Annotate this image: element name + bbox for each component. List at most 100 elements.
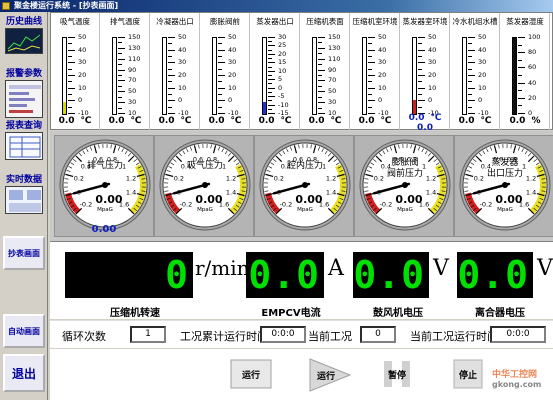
thermometer-tick-label: 10	[178, 83, 187, 92]
thermometer-minor-tick	[68, 68, 72, 70]
gauge-tick-label: 1.4	[126, 188, 136, 196]
exit-button[interactable]: 退出	[3, 354, 45, 392]
watermark-text: 中华工控网	[492, 370, 538, 380]
thermometer-scale: 50 40 30 20 10 0 -10	[218, 33, 248, 117]
thermometer-tick-label: 0	[378, 96, 383, 105]
current-run-time-field: 0:0:0	[490, 326, 546, 343]
realtime-thumbnail-icon	[5, 186, 43, 214]
thermometer-value: 0.0	[208, 116, 225, 126]
thermometer-scale: 50 40 30 20 10 0 -10	[168, 34, 198, 117]
blower-voltage-display: 0.0	[353, 252, 429, 298]
gauge-tick-label: -0.2	[380, 201, 393, 209]
thermometer-tick-label: 50	[228, 33, 237, 41]
thermometer-tick-label: 50	[378, 33, 387, 41]
thermometer-minor-tick	[368, 68, 372, 70]
pressure-gauge-0: -0.200.20.40.60.811.21.41.6排气压力0.00MpaG0…	[54, 135, 154, 237]
auto-screen-button[interactable]: 自动画面	[3, 314, 45, 348]
thermometer-minor-tick	[418, 106, 422, 108]
thermometer-minor-tick	[318, 64, 322, 66]
thermometer-value: 0.0	[458, 116, 475, 126]
title-bar: 聚金楼运行系统 - [抄表画面]	[0, 0, 553, 12]
compressor-speed-value: 0	[165, 253, 189, 297]
sidebar-item-realtime-data[interactable]: 实时数据	[2, 172, 46, 214]
thermometer-reading: 0.0%	[501, 116, 549, 126]
thermometer-minor-tick	[418, 68, 422, 70]
thermometer-minor-tick	[118, 75, 122, 76]
thermometer-minor-tick	[318, 107, 322, 109]
gauge-tick-label: 1.2	[126, 175, 136, 183]
thermometer-minor-tick	[168, 94, 172, 95]
thermometer-minor-tick	[268, 75, 272, 76]
gauge-tick-label: 1.4	[326, 188, 336, 196]
thermometer-reading: 0.0 ℃	[351, 116, 399, 126]
thermometer-tube	[212, 37, 217, 115]
thermometer-tick-label: 15	[278, 58, 287, 67]
thermometer-tick	[518, 37, 525, 38]
start-button[interactable]: 运行	[308, 357, 352, 393]
gauge-tick-label: 1.2	[526, 175, 536, 183]
gauge-hub	[302, 182, 308, 188]
gauge-tick-label: -0.2	[280, 201, 293, 209]
thermometer-minor-tick	[268, 66, 272, 68]
thermometer-minor-tick	[418, 81, 422, 83]
gauge-hub	[402, 182, 408, 188]
thermometer-minor-tick	[168, 106, 172, 108]
empcv-current-unit: A	[328, 256, 344, 281]
thermometer-tick	[168, 75, 175, 76]
gauge-unit: MpaG	[397, 207, 413, 213]
thermometer-tick	[518, 113, 525, 114]
thermometer-tick-label: 40	[78, 45, 87, 54]
thermometer-tick	[118, 37, 125, 38]
pressure-gauge-2: -0.200.20.40.60.811.21.41.6腔内压力0.00MpaG	[254, 135, 354, 237]
thermometer-tick	[318, 91, 325, 93]
thermometer-name: 冷水机组水槽	[452, 17, 498, 26]
thermometer-minor-tick	[68, 81, 72, 83]
thermometer-6: 压缩机室环境 50 40 30 20 10 0 -10 0.0 ℃	[351, 13, 400, 131]
gauge-dial-icon: -0.200.20.40.60.811.21.41.6吸气压力0.00MpaG	[159, 139, 251, 231]
gauge-tick-label: 1.4	[426, 188, 436, 196]
thermometer-tick-label: 40	[478, 45, 487, 54]
thermometer-tick-label: 40	[378, 45, 387, 54]
thermometer-tick	[468, 100, 475, 102]
thermometer-tick	[268, 79, 275, 81]
thermometer-tube	[512, 37, 517, 115]
gauge-label: 膨胀阀	[391, 156, 418, 168]
thermometer-tick	[268, 37, 275, 38]
alarm-thumbnail-icon	[5, 80, 43, 118]
thermometer-name: 膨胀阀前	[210, 17, 240, 26]
pause-button[interactable]: 暂停	[372, 359, 422, 389]
sidebar-item-report-query[interactable]: 报表查询	[2, 118, 46, 160]
thermometer-reading: 0.0 ℃	[401, 113, 449, 123]
thermometer-tick-label: 30	[128, 98, 137, 107]
gauge-value: 0.00	[95, 193, 122, 206]
main-window: 聚金楼运行系统 - [抄表画面] 历史曲线 报警参数 报表查询 实时数据 抄表画…	[0, 0, 553, 400]
sidebar-item-history-curve[interactable]: 历史曲线	[2, 14, 46, 54]
gauge-tick-label: 1.2	[226, 175, 236, 183]
thermometer-tick	[318, 80, 325, 82]
gauge-tick-label: 0.2	[274, 175, 284, 183]
thermometer-minor-tick	[368, 56, 372, 57]
pause-button-label: 暂停	[387, 370, 406, 381]
digital-display-panel: 0 r/min 压缩机转速 0.0 A EMPCV电流 0.0 V 鼓风机电压 …	[50, 241, 553, 319]
thermometer-value: 0.0	[308, 116, 325, 126]
thermometer-tick	[68, 100, 75, 102]
thermometer-9: 蒸发器湿度 100 80 60 40 20 0 0.0%	[501, 13, 550, 131]
stop-button[interactable]: 停止	[448, 359, 488, 389]
thermometer-tick-label: 10	[478, 83, 487, 92]
thermometer-minor-tick	[218, 43, 222, 45]
gauge-tick-label: 1.2	[326, 175, 336, 183]
sidebar: 历史曲线 报警参数 报表查询 实时数据 抄表画面 自动画面 退出	[0, 12, 48, 400]
thermometer-value: 0.0	[509, 116, 526, 126]
gauge-value: 0.00	[395, 193, 422, 206]
thermometer-tick	[368, 37, 375, 38]
meter-reading-screen-button[interactable]: 抄表画面	[3, 236, 45, 270]
thermometer-tick	[268, 53, 275, 55]
thermometer-tick	[118, 113, 125, 114]
thermometer-tick	[218, 75, 225, 76]
thermometer-minor-tick	[68, 43, 72, 45]
thermometer-tick-label: 30	[478, 58, 487, 67]
thermometer-tube	[112, 37, 117, 115]
sidebar-item-alarm-params[interactable]: 报警参数	[2, 66, 46, 118]
run-button[interactable]: 运行	[230, 359, 272, 389]
thermometer-tick	[418, 75, 425, 76]
